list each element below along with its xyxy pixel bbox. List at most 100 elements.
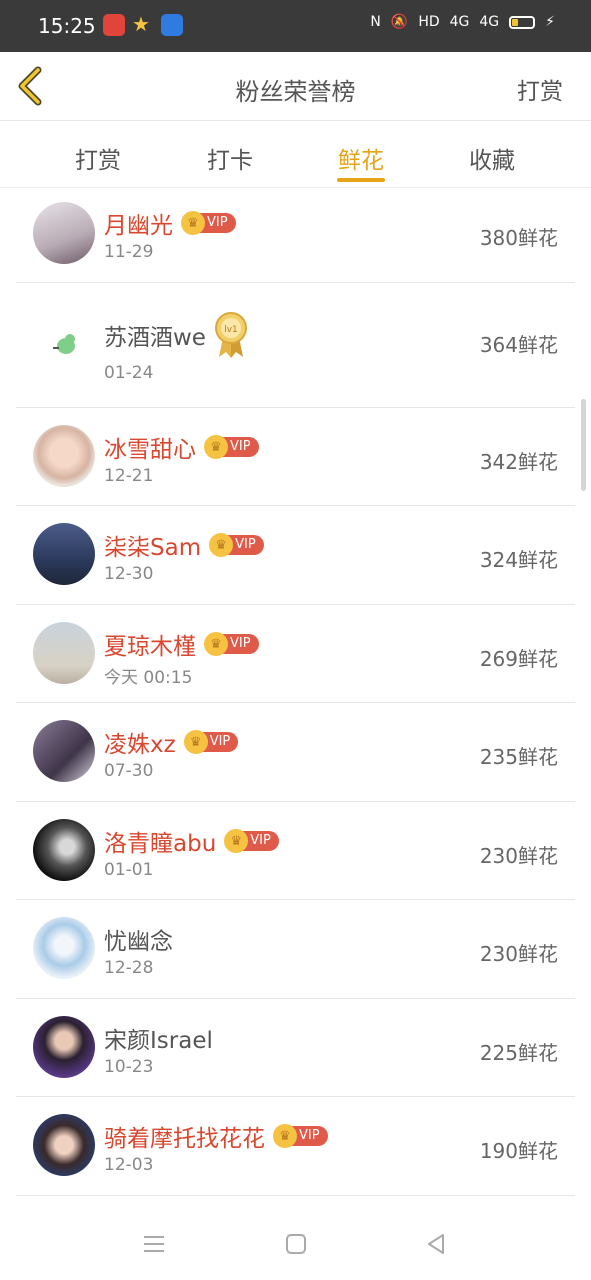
app-header: 粉丝荣誉榜 打赏 <box>0 52 591 121</box>
list-item[interactable]: 忧幽念 12-28 230鲜花 <box>16 900 575 999</box>
fan-name: 柒柒Sam <box>104 535 202 561</box>
level-medal-icon: lv1 <box>214 312 247 358</box>
avatar[interactable] <box>33 523 95 585</box>
name-line: 夏琼木槿 ♛ VIP <box>104 627 259 661</box>
crown-icon: ♛ <box>204 632 228 656</box>
fan-name: 凌姝xz <box>104 732 176 758</box>
signal-2-label: 4G <box>479 14 500 30</box>
list-item[interactable]: 宋颜Israel 10-23 225鲜花 <box>16 999 575 1097</box>
tab-checkin[interactable]: 打卡 <box>180 141 280 175</box>
mute-bell-icon: 🔕 <box>390 14 409 30</box>
avatar[interactable] <box>33 313 95 375</box>
list-item[interactable]: 洛青瞳abu ♛ VIP 01-01 230鲜花 <box>16 802 575 900</box>
avatar[interactable] <box>33 917 95 979</box>
charging-icon: ⚡ <box>545 14 555 30</box>
list-item[interactable]: 月幽光 ♛ VIP 11-29 380鲜花 <box>16 188 575 283</box>
name-line: 宋颜Israel <box>104 1021 213 1055</box>
fan-date: 01-01 <box>104 860 154 880</box>
crown-icon: ♛ <box>181 211 205 235</box>
hd-label: HD <box>418 14 440 30</box>
fan-name: 忧幽念 <box>104 929 173 955</box>
vip-badge: ♛ VIP <box>209 533 264 557</box>
scrollbar[interactable] <box>581 399 586 491</box>
avatar[interactable] <box>33 819 95 881</box>
list-item[interactable]: 苏酒酒we lv1 01-24 364鲜花 <box>16 283 575 408</box>
name-line: 洛青瞳abu ♛ VIP <box>104 824 279 858</box>
fan-name: 月幽光 <box>104 213 173 239</box>
tab-bar: 打赏 打卡 鲜花 收藏 <box>0 121 591 188</box>
fan-date: 12-28 <box>104 958 154 978</box>
home-icon[interactable] <box>282 1230 310 1258</box>
fan-date: 12-30 <box>104 564 154 584</box>
vip-badge: ♛ VIP <box>273 1124 328 1148</box>
back-triangle-icon[interactable] <box>422 1230 450 1258</box>
reward-button[interactable]: 打赏 <box>517 72 563 106</box>
battery-icon <box>509 15 536 29</box>
fan-date: 07-30 <box>104 761 154 781</box>
name-line: 骑着摩托找花花 ♛ VIP <box>104 1119 328 1153</box>
fan-name: 夏琼木槿 <box>104 634 196 660</box>
name-line: 忧幽念 <box>104 922 173 956</box>
avatar[interactable] <box>33 720 95 782</box>
avatar[interactable] <box>33 202 95 264</box>
level-label: lv1 <box>224 325 238 335</box>
flower-count: 230鲜花 <box>479 942 558 966</box>
fan-date: 11-29 <box>104 242 154 262</box>
fan-date: 12-21 <box>104 466 154 486</box>
flower-count: 269鲜花 <box>479 647 558 671</box>
vip-badge: ♛ VIP <box>224 829 279 853</box>
menu-icon[interactable] <box>140 1230 168 1258</box>
name-line: 月幽光 ♛ VIP <box>104 206 236 240</box>
vip-badge: ♛ VIP <box>204 435 259 459</box>
tab-reward[interactable]: 打赏 <box>48 141 148 175</box>
list-item[interactable]: 骑着摩托找花花 ♛ VIP 12-03 190鲜花 <box>16 1097 575 1196</box>
vip-badge: ♛ VIP <box>183 730 239 754</box>
list-item[interactable]: 冰雪甜心 ♛ VIP 12-21 342鲜花 <box>16 408 575 506</box>
fan-name: 骑着摩托找花花 <box>104 1126 265 1152</box>
flower-count: 380鲜花 <box>479 226 558 250</box>
avatar[interactable] <box>33 622 95 684</box>
fan-name: 洛青瞳abu <box>104 831 217 857</box>
fan-date: 01-24 <box>104 363 154 383</box>
fan-name: 苏酒酒we <box>104 325 206 351</box>
list-item[interactable]: 夏琼木槿 ♛ VIP 今天 00:15 269鲜花 <box>16 605 575 703</box>
tab-favorites[interactable]: 收藏 <box>442 141 542 175</box>
flower-count: 230鲜花 <box>479 844 558 868</box>
avatar[interactable] <box>33 1016 95 1078</box>
android-icon <box>161 14 183 36</box>
star-icon: ★ <box>132 12 150 36</box>
app-notification-icon <box>103 14 125 36</box>
avatar[interactable] <box>33 1114 95 1176</box>
name-line: 凌姝xz ♛ VIP <box>104 725 239 759</box>
list-item[interactable]: 柒柒Sam ♛ VIP 12-30 324鲜花 <box>16 506 575 605</box>
name-line: 苏酒酒we lv1 <box>104 311 248 359</box>
crown-icon: ♛ <box>273 1124 297 1148</box>
page-title: 粉丝荣誉榜 <box>235 78 356 106</box>
fan-list: 月幽光 ♛ VIP 11-29 380鲜花 苏酒酒we lv1 01-24 364… <box>16 188 575 1220</box>
flower-count: 235鲜花 <box>479 745 558 769</box>
list-item[interactable]: 凌姝xz ♛ VIP 07-30 235鲜花 <box>16 703 575 802</box>
avatar[interactable] <box>33 425 95 487</box>
crown-icon: ♛ <box>204 435 228 459</box>
fan-name: 冰雪甜心 <box>104 437 196 463</box>
signal-1-label: 4G <box>449 14 470 30</box>
status-time: 15:25 <box>38 14 96 38</box>
flower-count: 324鲜花 <box>479 548 558 572</box>
dino-avatar-icon <box>53 334 75 354</box>
status-indicators: N 🔕 HD 4G 4G ⚡ <box>370 14 555 30</box>
name-line: 柒柒Sam ♛ VIP <box>104 528 264 562</box>
fan-date: 10-23 <box>104 1057 154 1077</box>
nfc-icon: N <box>370 14 381 30</box>
flower-count: 190鲜花 <box>479 1139 558 1163</box>
status-bar: 15:25 ★ N 🔕 HD 4G 4G ⚡ <box>0 0 591 52</box>
flower-count: 225鲜花 <box>479 1041 558 1065</box>
vip-badge: ♛ VIP <box>181 211 236 235</box>
fan-date: 12-03 <box>104 1155 154 1175</box>
flower-count: 342鲜花 <box>479 450 558 474</box>
vip-badge: ♛ VIP <box>204 632 259 656</box>
name-line: 冰雪甜心 ♛ VIP <box>104 430 259 464</box>
tab-active-indicator <box>337 178 385 182</box>
tab-flowers[interactable]: 鲜花 <box>311 141 411 175</box>
crown-icon: ♛ <box>209 533 234 557</box>
crown-icon: ♛ <box>183 730 208 754</box>
